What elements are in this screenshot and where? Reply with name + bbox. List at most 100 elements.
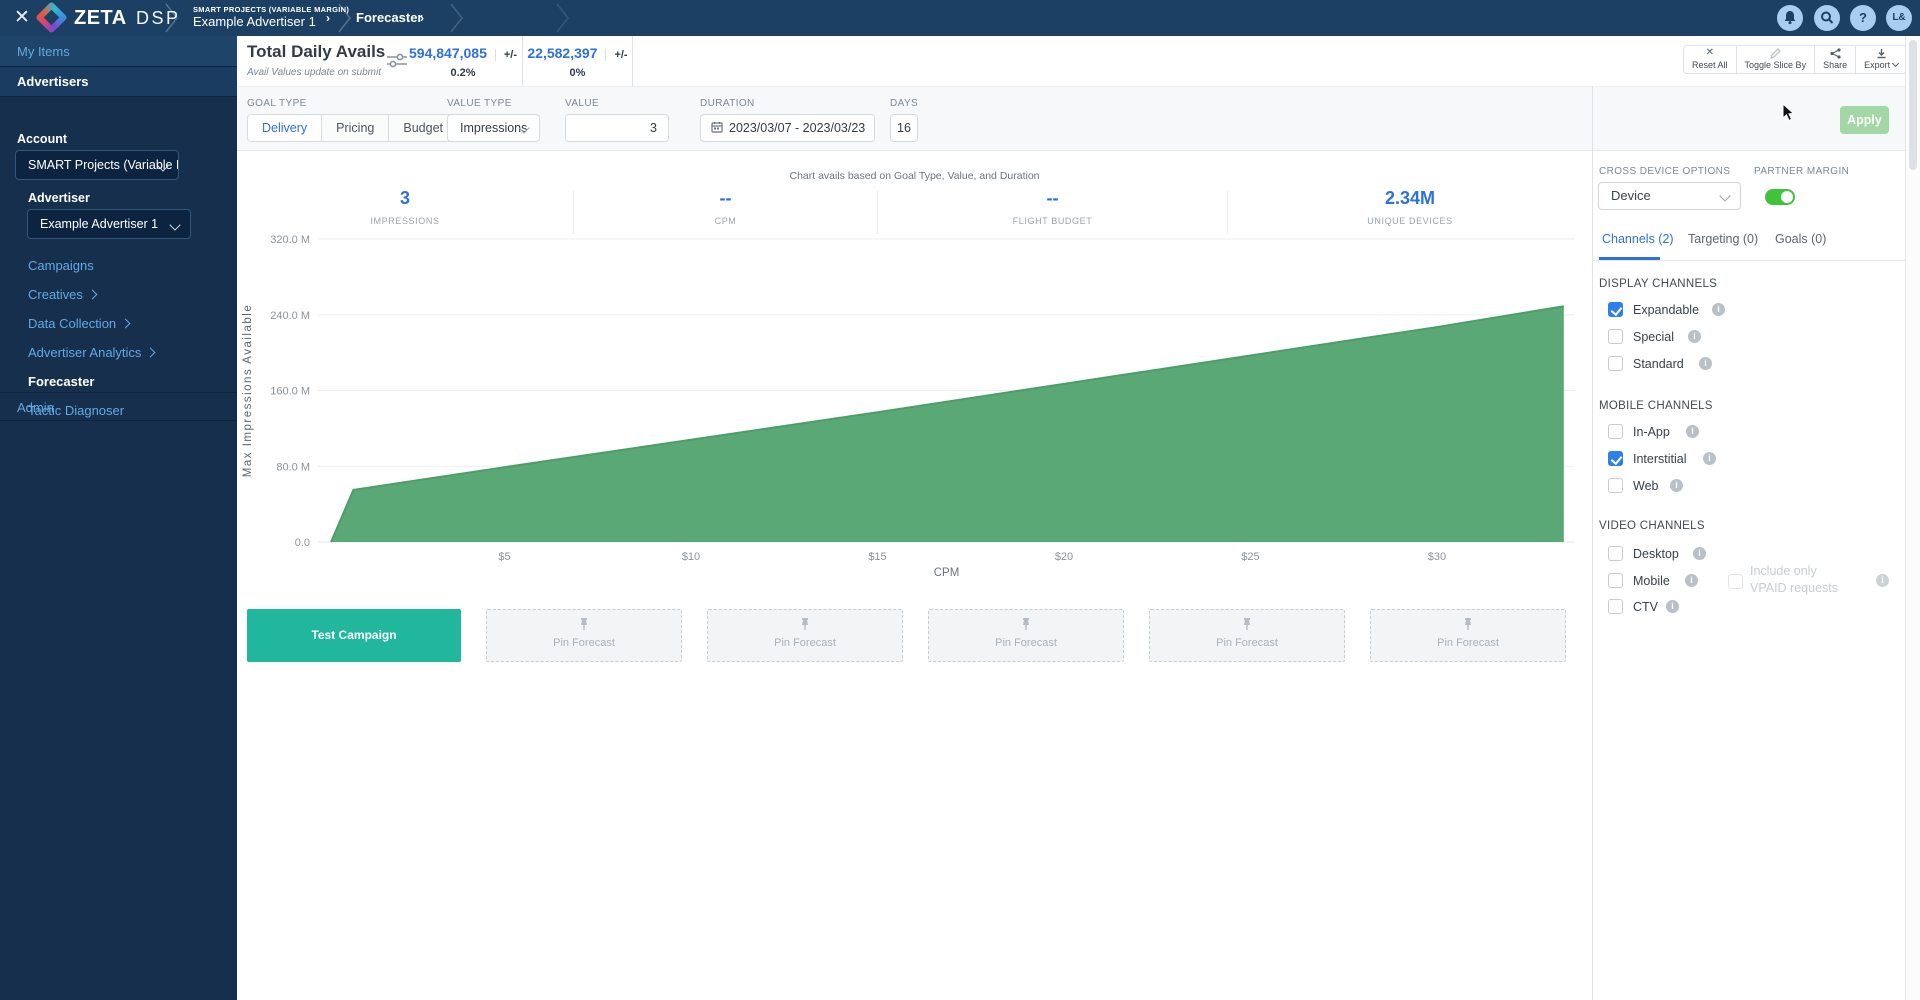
info-icon[interactable] [1688, 330, 1701, 343]
tab-channels[interactable]: Channels (2) [1602, 232, 1674, 246]
breadcrumb-divider [338, 2, 352, 34]
info-icon[interactable] [1699, 357, 1712, 370]
pushpin-icon [1241, 617, 1253, 631]
cross-device-select[interactable]: Device [1598, 182, 1741, 210]
value-input[interactable]: 3 [565, 114, 669, 142]
pin-forecast-slot[interactable]: Pin Forecast [928, 609, 1124, 662]
user-avatar[interactable]: L& [1886, 5, 1912, 31]
share-icon [1823, 48, 1847, 59]
duration-input[interactable]: 2023/03/07 - 2023/03/23 [700, 114, 875, 142]
checkbox-icon [1608, 356, 1623, 371]
sidebar-item-forecaster[interactable]: Forecaster [28, 374, 94, 389]
account-label: Account [17, 132, 67, 146]
info-icon[interactable] [1686, 425, 1699, 438]
pin-forecast-slot[interactable]: Pin Forecast [1149, 609, 1345, 662]
display-channels-label: DISPLAY CHANNELS [1599, 278, 1717, 290]
sidebar-item-campaigns[interactable]: Campaigns [28, 258, 94, 273]
sidebar-item-advertisers[interactable]: Advertisers [0, 67, 237, 97]
top-nav-bar: ✕ ZETA DSP SMART PROJECTS (VARIABLE MARG… [0, 0, 1920, 36]
chevron-down-icon [1719, 190, 1730, 201]
advertiser-label: Advertiser [28, 191, 90, 205]
info-icon[interactable] [1693, 547, 1706, 560]
sidebar-item-data-collection[interactable]: Data Collection [28, 316, 129, 331]
close-icon[interactable]: ✕ [12, 6, 32, 30]
info-icon[interactable] [1666, 600, 1679, 613]
duration-label: DURATION [700, 98, 755, 109]
sidebar-item-admin[interactable]: Admin [0, 392, 237, 421]
header-actions: ✕ Reset All Toggle Slice By Share Expor [1683, 45, 1907, 74]
close-icon: ✕ [1692, 48, 1728, 59]
tabs-border [1592, 260, 1905, 261]
pushpin-icon [1462, 617, 1474, 631]
apply-button[interactable]: Apply [1840, 106, 1889, 134]
svg-text:320.0 M: 320.0 M [270, 234, 310, 246]
reset-all-button[interactable]: ✕ Reset All [1684, 46, 1737, 73]
value-type-select[interactable]: Impressions [447, 114, 540, 142]
scrollbar-track[interactable] [1905, 36, 1920, 1000]
checkbox-icon [1608, 424, 1623, 439]
checkbox-icon [1608, 329, 1623, 344]
stat-unique-devices: 2.34M UNIQUE DEVICES [1228, 188, 1592, 234]
pencil-icon [1745, 48, 1807, 59]
toggle-slice-by-button[interactable]: Toggle Slice By [1737, 46, 1816, 73]
days-label: DAYS [890, 98, 918, 109]
projected-avails-metric[interactable]: 22,582,397+/- 0% Projected Avails [522, 36, 633, 86]
sidebar-item-advertiser-analytics[interactable]: Advertiser Analytics [28, 345, 154, 360]
tab-targeting[interactable]: Targeting (0) [1688, 232, 1758, 246]
checkbox-icon [1608, 302, 1623, 317]
goal-delivery-button[interactable]: Delivery [248, 115, 322, 141]
sliders-icon[interactable] [385, 51, 409, 76]
pin-forecast-slot[interactable]: Pin Forecast [486, 609, 682, 662]
advertiser-select[interactable]: Example Advertiser 1 [27, 209, 191, 239]
sidebar-item-creatives[interactable]: Creatives [28, 287, 96, 302]
breadcrumb-page[interactable]: Forecaster [356, 10, 422, 25]
checkbox-icon [1608, 546, 1623, 561]
calendar-icon [711, 121, 723, 133]
pushpin-icon [799, 617, 811, 631]
export-button[interactable]: Export [1856, 46, 1906, 73]
svg-text:$30: $30 [1428, 551, 1446, 563]
pushpin-icon [578, 617, 590, 631]
days-value: 16 [890, 114, 918, 142]
breadcrumb-expand-icon[interactable]: › [420, 11, 424, 25]
breadcrumb-advertiser[interactable]: Example Advertiser 1 [193, 14, 316, 29]
info-icon[interactable] [1876, 574, 1889, 587]
stat-impressions: 3 IMPRESSIONS [237, 188, 573, 234]
sidebar-item-my-items[interactable]: My Items [0, 36, 237, 67]
goal-type-label: GOAL TYPE [247, 98, 307, 109]
chevron-right-icon [146, 348, 156, 358]
share-button[interactable]: Share [1815, 46, 1856, 73]
sidebar: My Items Advertisers Account SMART Proje… [0, 36, 237, 1000]
mobile-channels-label: MOBILE CHANNELS [1599, 400, 1713, 412]
info-icon[interactable] [1712, 303, 1725, 316]
chart-note: Chart avails based on Goal Type, Value, … [237, 170, 1592, 182]
breadcrumb-expand-icon[interactable]: › [326, 11, 330, 25]
goal-pricing-button[interactable]: Pricing [322, 115, 389, 141]
search-icon[interactable] [1814, 5, 1840, 31]
scrollbar-thumb[interactable] [1909, 40, 1917, 170]
info-icon[interactable] [1670, 479, 1683, 492]
chevron-right-icon [87, 290, 97, 300]
info-icon[interactable] [1685, 574, 1698, 587]
notifications-bell-icon[interactable] [1777, 5, 1803, 31]
checkbox-vpaid[interactable] [1728, 574, 1743, 589]
value-label: VALUE [565, 98, 599, 109]
brand-name: ZETA [74, 7, 127, 30]
tab-goals[interactable]: Goals (0) [1775, 232, 1826, 246]
svg-text:160.0 M: 160.0 M [270, 386, 310, 398]
account-select[interactable]: SMART Projects (Variable M [15, 150, 179, 180]
partner-margin-toggle[interactable] [1765, 189, 1795, 205]
info-icon[interactable] [1703, 452, 1716, 465]
chart-canvas: 0.080.0 M160.0 M240.0 M320.0 M$5$10$15$2… [237, 234, 1592, 584]
svg-text:0.0: 0.0 [295, 537, 310, 549]
test-campaign-button[interactable]: Test Campaign [247, 609, 461, 662]
toggle-knob [1781, 191, 1793, 203]
pin-forecast-slot[interactable]: Pin Forecast [707, 609, 903, 662]
help-icon[interactable]: ? [1850, 5, 1876, 31]
pin-forecast-slot[interactable]: Pin Forecast [1370, 609, 1566, 662]
content-header: Total Daily Avails Avail Values update o… [237, 36, 1920, 86]
svg-text:80.0 M: 80.0 M [276, 461, 310, 473]
value-type-label: VALUE TYPE [447, 98, 512, 109]
svg-text:$10: $10 [682, 551, 700, 563]
breadcrumb-divider [450, 2, 464, 34]
